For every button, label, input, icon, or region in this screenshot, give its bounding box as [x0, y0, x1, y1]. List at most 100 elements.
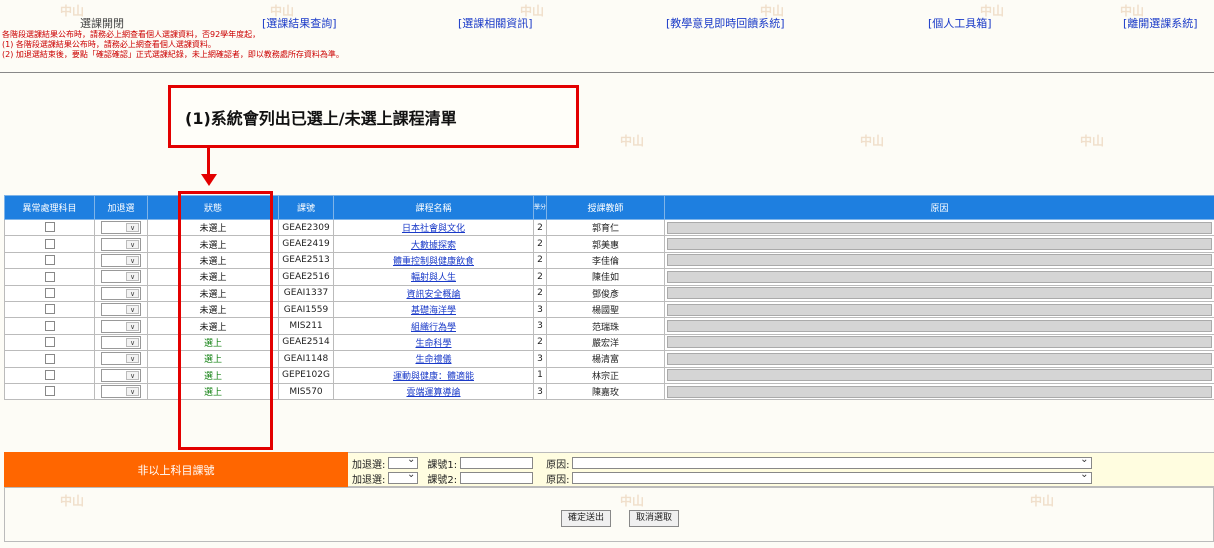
- reason-field[interactable]: [667, 270, 1212, 283]
- add-drop-select[interactable]: ∨: [101, 368, 141, 382]
- add-drop-select[interactable]: ∨: [101, 352, 141, 366]
- reason-cell: [664, 317, 1214, 335]
- course-code-label: 課號1:: [427, 459, 458, 471]
- name-cell: 雲端運算導論: [333, 382, 534, 401]
- reason-field[interactable]: [667, 385, 1212, 398]
- add-drop-cell: ∨: [94, 218, 148, 237]
- nav-exit-link[interactable]: [離開選課系統]: [1123, 15, 1198, 31]
- nav-course-info-link[interactable]: [選課相關資訊]: [458, 15, 533, 31]
- course-code-input-1[interactable]: [460, 457, 534, 469]
- reason-select-1[interactable]: [572, 454, 1093, 469]
- credit-cell: 3: [533, 300, 547, 319]
- add-drop-select[interactable]: ∨: [101, 303, 141, 317]
- reason-select-2[interactable]: [572, 469, 1093, 484]
- credit-cell: 1: [533, 366, 547, 384]
- reason-field[interactable]: [667, 221, 1212, 234]
- exception-checkbox[interactable]: [44, 353, 55, 364]
- course-code-input-2[interactable]: [460, 472, 534, 484]
- reason-field[interactable]: [667, 287, 1212, 300]
- add-drop-cell: ∨: [94, 382, 148, 401]
- exception-cell: [4, 350, 95, 368]
- course-name-link[interactable]: 基礎海洋學: [411, 306, 456, 316]
- submit-button[interactable]: 確定送出: [561, 510, 612, 527]
- add-drop-select[interactable]: ∨: [101, 385, 141, 399]
- header-status: 狀態: [147, 195, 279, 220]
- exception-checkbox[interactable]: [44, 288, 55, 298]
- course-name-link[interactable]: 輻射與人生: [411, 273, 456, 283]
- nav-course-result-link[interactable]: [選課結果查詢]: [262, 15, 337, 31]
- add-drop-cell: ∨: [94, 235, 148, 253]
- exception-cell: [4, 268, 95, 286]
- header-add-drop: 加退選: [94, 195, 148, 220]
- reason-field[interactable]: [667, 238, 1212, 251]
- exception-cell: [4, 284, 95, 302]
- exception-checkbox[interactable]: [44, 369, 55, 380]
- add-drop-select[interactable]: ∨: [101, 270, 141, 284]
- table-row: ∨ 未選上 GEAE2513 體重控制與健康飲食 2 李佳倫: [4, 251, 1214, 270]
- course-name-link[interactable]: 生命禮儀: [415, 355, 451, 365]
- code-cell: GEAI1337: [278, 284, 334, 302]
- nav-feedback-link[interactable]: [教學意見即時回饋系統]: [666, 15, 785, 31]
- callout-text: (1)系統會列出已選上/未選上課程清單: [185, 108, 457, 128]
- exception-cell: [4, 317, 95, 335]
- add-drop-select[interactable]: ∨: [101, 286, 141, 300]
- add-drop-select-2[interactable]: [388, 469, 419, 484]
- course-name-link[interactable]: 組織行為學: [411, 323, 456, 333]
- add-drop-cell: ∨: [94, 333, 148, 352]
- exception-checkbox[interactable]: [44, 271, 55, 282]
- header-exception: 異常處理科目: [4, 195, 95, 220]
- annotation-callout: (1)系統會列出已選上/未選上課程清單: [168, 85, 579, 148]
- teacher-cell: 陳嘉玫: [546, 382, 665, 401]
- add-drop-select[interactable]: ∨: [101, 221, 141, 235]
- chevron-down-icon: ∨: [126, 370, 139, 380]
- reason-field[interactable]: [667, 303, 1212, 316]
- code-cell: MIS570: [278, 382, 334, 401]
- exception-checkbox[interactable]: [44, 238, 55, 249]
- exception-cell: [4, 300, 95, 319]
- credit-cell: 2: [533, 251, 547, 270]
- status-cell: 選上: [147, 350, 279, 368]
- name-cell: 生命禮儀: [333, 350, 534, 368]
- chevron-down-icon: ∨: [126, 255, 139, 265]
- reason-field[interactable]: [667, 336, 1212, 349]
- add-drop-select-1[interactable]: [388, 454, 419, 469]
- credit-cell: 2: [533, 218, 547, 237]
- nav-toolbox-link[interactable]: [個人工具箱]: [928, 15, 992, 31]
- reason-field[interactable]: [667, 369, 1212, 382]
- course-name-link[interactable]: 體重控制與健康飲食: [393, 257, 474, 267]
- course-name-link[interactable]: 運動與健康：體適能: [393, 372, 474, 382]
- status-cell: 選上: [147, 382, 279, 401]
- name-cell: 生命科學: [333, 333, 534, 352]
- exception-checkbox[interactable]: [44, 320, 55, 331]
- cancel-button[interactable]: 取消選取: [629, 510, 680, 527]
- header-credit: 學分: [533, 195, 547, 220]
- code-cell: GEAE2419: [278, 235, 334, 253]
- exception-cell: [4, 366, 95, 384]
- add-drop-cell: ∨: [94, 268, 148, 286]
- table-row: ∨ 未選上 GEAI1337 資訊安全概論 2 鄧俊彥: [4, 284, 1214, 302]
- teacher-cell: 陳佳如: [546, 268, 665, 286]
- exception-checkbox[interactable]: [44, 255, 55, 266]
- course-name-link[interactable]: 大數據探索: [411, 241, 456, 251]
- exception-checkbox[interactable]: [44, 304, 55, 315]
- course-name-link[interactable]: 生命科學: [415, 339, 451, 349]
- add-drop-select[interactable]: ∨: [101, 253, 141, 267]
- other-course-text: 非以上科目課號: [137, 463, 215, 477]
- exception-checkbox[interactable]: [44, 222, 55, 233]
- exception-checkbox[interactable]: [44, 386, 55, 397]
- add-drop-select[interactable]: ∨: [101, 335, 141, 349]
- reason-field[interactable]: [667, 254, 1212, 267]
- course-name-link[interactable]: 雲端運算導論: [406, 388, 460, 398]
- teacher-cell: 楊國聖: [546, 300, 665, 319]
- exception-checkbox[interactable]: [44, 337, 55, 348]
- add-drop-select[interactable]: ∨: [101, 237, 141, 251]
- name-cell: 運動與健康：體適能: [333, 366, 534, 384]
- status-cell: 選上: [147, 366, 279, 384]
- reason-field[interactable]: [667, 352, 1212, 365]
- course-name-link[interactable]: 日本社會與文化: [402, 224, 465, 234]
- course-name-link[interactable]: 資訊安全概論: [406, 290, 460, 300]
- teacher-cell: 李佳倫: [546, 251, 665, 270]
- code-cell: GEAE2514: [278, 333, 334, 352]
- add-drop-select[interactable]: ∨: [101, 319, 141, 333]
- reason-field[interactable]: [667, 320, 1212, 333]
